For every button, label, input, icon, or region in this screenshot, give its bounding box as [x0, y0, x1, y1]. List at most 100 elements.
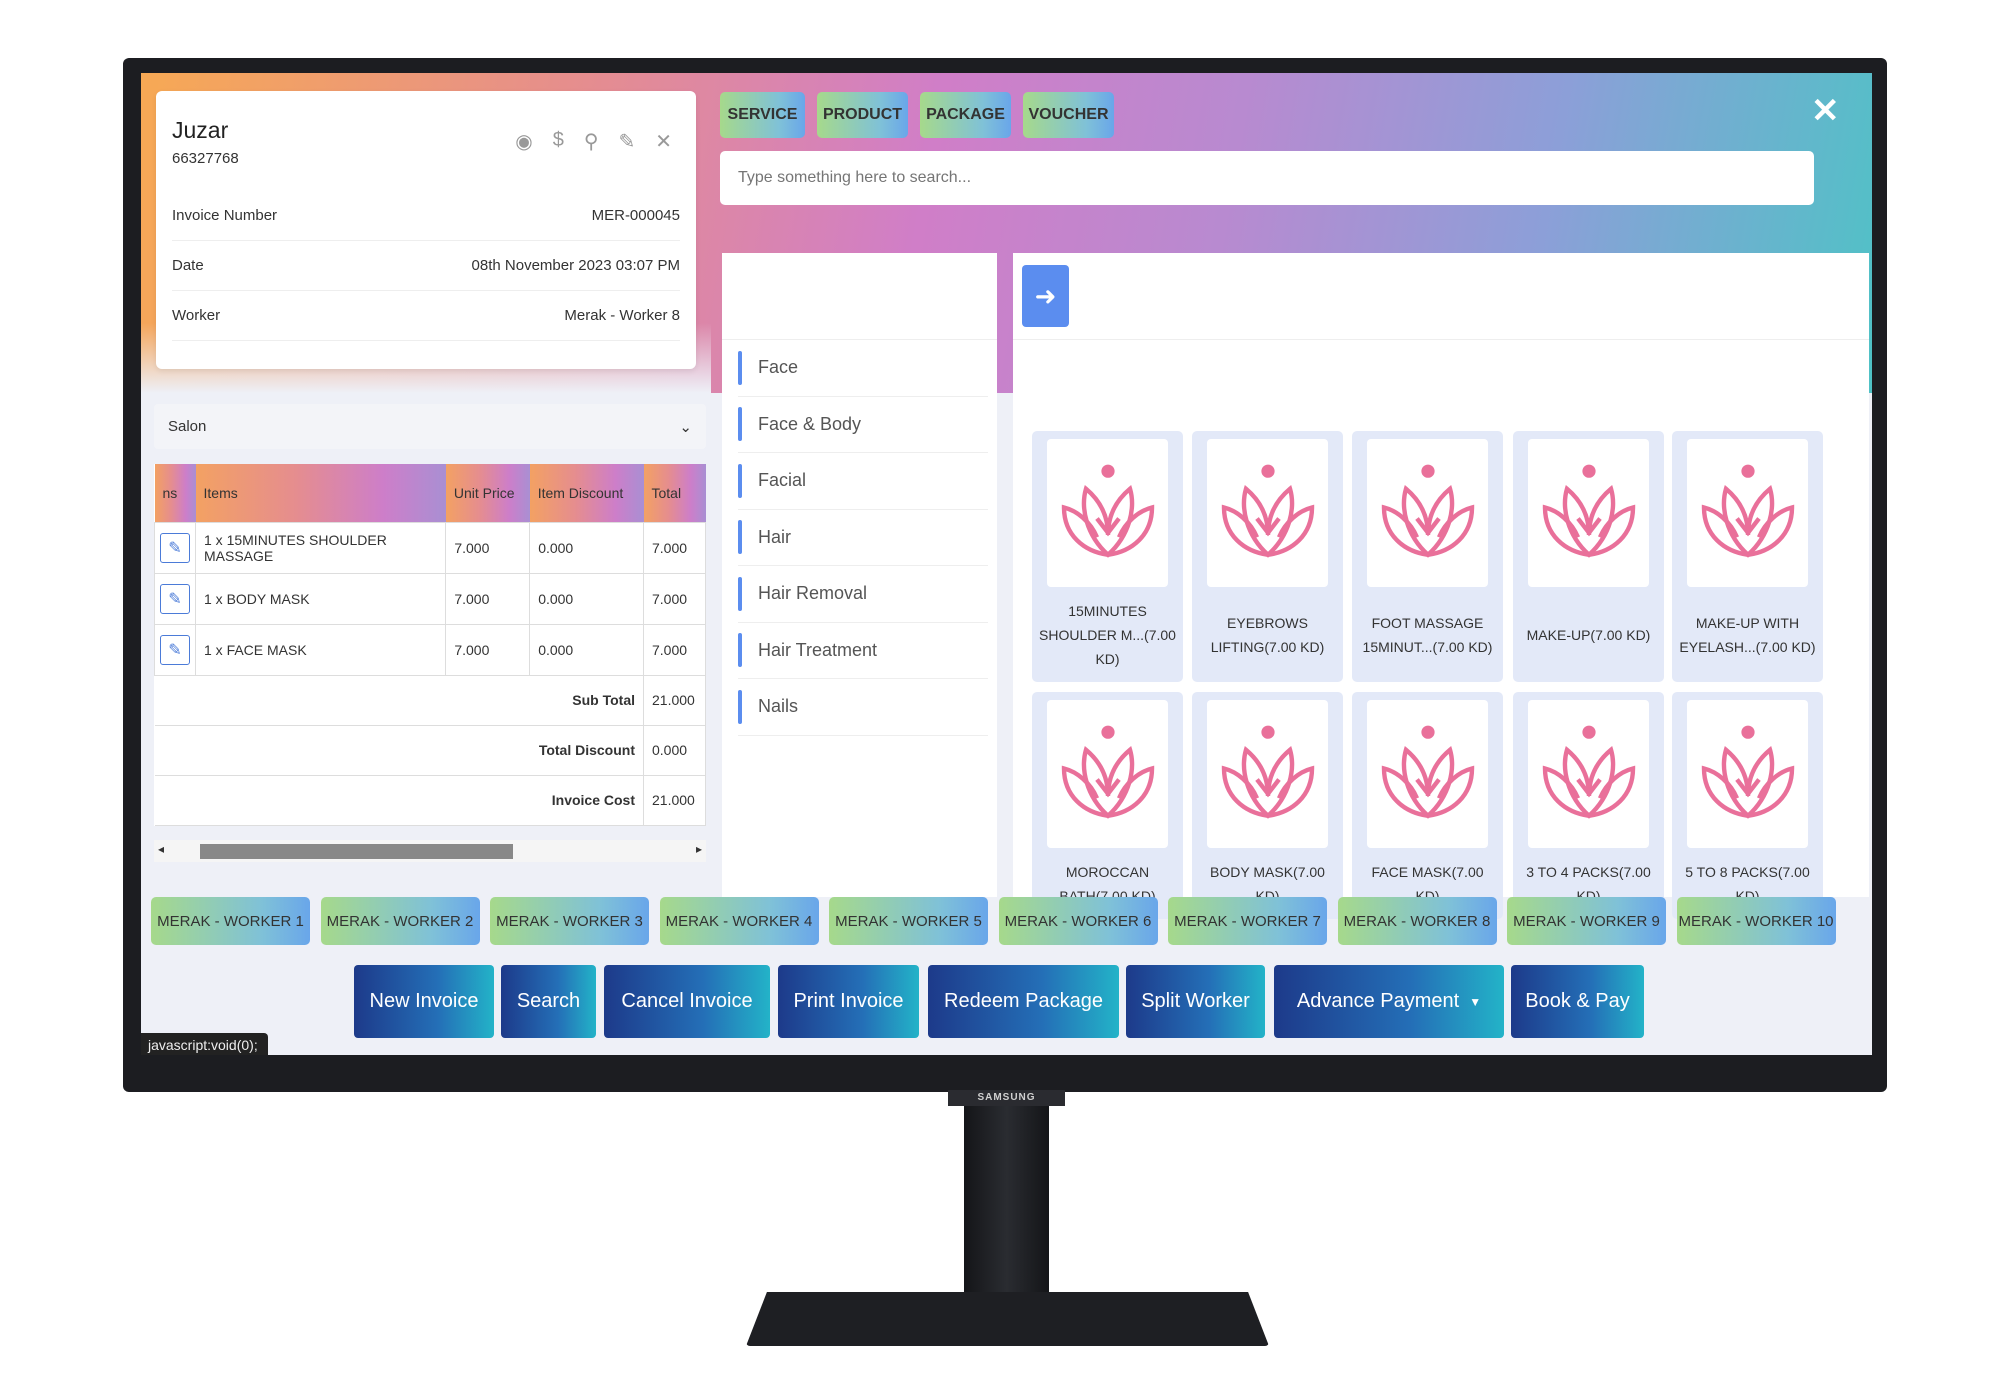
close-icon[interactable]: ✕: [655, 129, 672, 154]
worker-button-4[interactable]: MERAK - WORKER 4: [659, 897, 819, 945]
info-value: 08th November 2023 03:07 PM: [471, 257, 680, 274]
action-label: Cancel Invoice: [621, 990, 753, 1012]
lotus-logo-icon: [1687, 439, 1808, 587]
edit-item-button[interactable]: ✎: [160, 583, 190, 614]
column-header: Total: [643, 464, 706, 522]
product-label: MAKE-UP(7.00 KD): [1526, 626, 1651, 643]
category-label: Hair Removal: [758, 583, 868, 604]
tab-product[interactable]: PRODUCT: [817, 92, 908, 138]
summary-value: 21.000: [643, 774, 706, 826]
table-row: ✎ 1 x 15MINUTES SHOULDER MASSAGE 7.000 0.00…: [154, 521, 706, 574]
cell-price: 7.000: [445, 572, 531, 625]
category-item[interactable]: Hair Treatment: [738, 623, 988, 679]
cell-discount: 0.000: [529, 521, 644, 574]
info-label: Date: [172, 257, 204, 274]
category-label: Facial: [758, 470, 807, 491]
worker-button-7[interactable]: MERAK - WORKER 7: [1168, 897, 1327, 945]
info-value: Merak - Worker 8: [564, 307, 680, 324]
action-cancel-invoicebutton[interactable]: Cancel Invoice: [604, 965, 770, 1038]
worker-button-10[interactable]: MERAK - WORKER 10: [1676, 897, 1836, 945]
monitor-stand-neck: [964, 1092, 1049, 1297]
lotus-logo-icon: [1207, 700, 1328, 848]
product-card[interactable]: MOROCCAN BATH(7.00 KD): [1032, 692, 1183, 919]
category-item[interactable]: Face: [738, 340, 988, 397]
scroll-left-icon[interactable]: ◂: [158, 842, 164, 856]
search-input[interactable]: [720, 151, 1814, 205]
product-card[interactable]: 5 TO 8 PACKS(7.00 KD): [1672, 692, 1823, 919]
lotus-logo-icon: [1528, 439, 1649, 587]
lotus-logo-icon: [1207, 439, 1328, 587]
search-icon[interactable]: ⚲: [584, 129, 599, 154]
category-label: Hair: [758, 526, 792, 547]
info-label: Invoice Number: [172, 207, 278, 224]
category-marker: [738, 576, 742, 611]
app-screen: Juzar 66327768 ◉ $ ⚲ ✎ ✕ Invoice Number M…: [141, 73, 1872, 1055]
summary-value: 21.000: [643, 674, 706, 726]
product-card[interactable]: 3 TO 4 PACKS(7.00 KD): [1513, 692, 1664, 919]
summary-label: Total Discount: [154, 724, 644, 776]
product-card[interactable]: FACE MASK(7.00 KD): [1352, 692, 1503, 919]
edit-icon[interactable]: ✎: [618, 129, 635, 154]
lotus-logo-icon: [1687, 700, 1808, 848]
product-card[interactable]: MAKE-UP WITH EYELASH...(7.00 KD): [1672, 431, 1823, 682]
action-label: Search: [516, 990, 581, 1012]
cell-item: 1 x BODY MASK: [194, 572, 447, 625]
category-label: Face: [758, 357, 799, 378]
category-marker: [738, 520, 742, 555]
category-label: Face & Body: [758, 413, 862, 434]
edit-item-button[interactable]: ✎: [160, 634, 190, 665]
invoice-table: ns Items Unit Price Item Discount Total ✎ 1 x…: [154, 464, 706, 826]
worker-button-8[interactable]: MERAK - WORKER 8: [1337, 897, 1497, 945]
category-item[interactable]: Face & Body: [738, 397, 988, 453]
category-item[interactable]: Hair: [738, 510, 988, 566]
category-item[interactable]: Hair Removal: [738, 566, 988, 623]
info-value: MER-000045: [591, 207, 680, 224]
product-card[interactable]: MAKE-UP(7.00 KD): [1513, 431, 1664, 682]
summary-row: Total Discount 0.000: [154, 724, 706, 776]
close-icon[interactable]: ✕: [1811, 91, 1840, 131]
action-split-workerbutton[interactable]: Split Worker: [1126, 965, 1265, 1038]
action-print-invoicebutton[interactable]: Print Invoice: [778, 965, 919, 1038]
tab-voucher[interactable]: VOUCHER: [1023, 92, 1114, 138]
action-advance-paymentbutton[interactable]: Advance Payment ▼: [1274, 965, 1504, 1038]
worker-button-5[interactable]: MERAK - WORKER 5: [829, 897, 988, 945]
action-new-invoicebutton[interactable]: New Invoice: [354, 965, 494, 1038]
action-book-paybutton[interactable]: Book & Pay: [1511, 965, 1644, 1038]
action-redeem-packagebutton[interactable]: Redeem Package: [928, 965, 1119, 1038]
chevron-down-icon: ⌄: [679, 418, 692, 436]
branch-select[interactable]: Salon ⌄: [154, 404, 706, 449]
worker-button-1[interactable]: MERAK - WORKER 1: [151, 897, 310, 945]
eye-icon[interactable]: ◉: [515, 129, 532, 154]
branch-select-value: Salon: [168, 418, 207, 435]
worker-button-6[interactable]: MERAK - WORKER 6: [998, 897, 1158, 945]
category-marker: [738, 689, 742, 724]
worker-button-2[interactable]: MERAK - WORKER 2: [320, 897, 480, 945]
caret-down-icon: ▼: [1469, 994, 1482, 1009]
product-card[interactable]: 15MINUTES SHOULDER M...(7.00 KD): [1032, 431, 1183, 682]
monitor-stand-base: [746, 1292, 1269, 1346]
tab-service[interactable]: SERVICE: [720, 92, 805, 138]
category-item[interactable]: Facial: [738, 453, 988, 510]
cell-total: 7.000: [643, 521, 706, 574]
invoice-info-row: Worker Merak - Worker 8: [172, 291, 680, 341]
table-row: ✎ 1 x BODY MASK 7.000 0.000 7.000: [154, 572, 706, 625]
column-header: ns: [154, 464, 196, 522]
cell-price: 7.000: [445, 521, 531, 574]
product-label: FOOT MASSAGE 15MINUT...(7.00 KD): [1362, 614, 1493, 655]
product-card[interactable]: BODY MASK(7.00 KD): [1192, 692, 1343, 919]
summary-row: Invoice Cost 21.000: [154, 774, 706, 826]
action-searchbutton[interactable]: Search: [501, 965, 596, 1038]
worker-button-3[interactable]: MERAK - WORKER 3: [490, 897, 649, 945]
worker-button-9[interactable]: MERAK - WORKER 9: [1507, 897, 1666, 945]
chat-dollar-icon[interactable]: $: [553, 129, 564, 154]
customer-card: Juzar 66327768 ◉ $ ⚲ ✎ ✕ Invoice Number M…: [156, 91, 696, 369]
category-item[interactable]: Nails: [738, 679, 988, 736]
horizontal-scrollbar[interactable]: ◂ ▸: [154, 840, 706, 862]
product-card[interactable]: FOOT MASSAGE 15MINUT...(7.00 KD): [1352, 431, 1503, 682]
product-card[interactable]: EYEBROWS LIFTING(7.00 KD): [1192, 431, 1343, 682]
tab-package[interactable]: PACKAGE: [920, 92, 1011, 138]
arrow-right-icon[interactable]: ➜: [1022, 265, 1069, 327]
edit-item-button[interactable]: ✎: [160, 532, 190, 563]
scroll-right-icon[interactable]: ▸: [696, 842, 702, 856]
scrollbar-thumb[interactable]: [200, 844, 513, 859]
